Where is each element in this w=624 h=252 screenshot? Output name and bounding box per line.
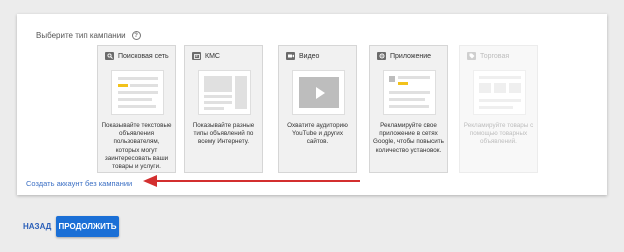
- card-video[interactable]: Видео Охватите аудиторию YouTube и други…: [278, 45, 357, 173]
- shopping-tag-icon: [467, 52, 476, 60]
- continue-button[interactable]: ПРОДОЛЖИТЬ: [56, 216, 119, 237]
- card-description: Показывайте текстовые объявления пользов…: [101, 122, 172, 170]
- card-label: Видео: [299, 52, 320, 60]
- card-shopping: Торговая Рекламируйте товары с помощью т…: [459, 45, 538, 173]
- campaign-type-panel: Выберите тип кампании ? Поисковая сеть П…: [17, 14, 607, 195]
- card-illustration: [292, 70, 345, 115]
- card-label: Торговая: [480, 52, 510, 60]
- back-button[interactable]: НАЗАД: [23, 222, 51, 231]
- card-header: Поисковая сеть: [105, 52, 169, 60]
- card-illustration: [111, 70, 164, 115]
- card-description: Показывайте разные типы объявлений по вс…: [192, 122, 255, 146]
- card-search-network[interactable]: Поисковая сеть Показывайте текстовые объ…: [97, 45, 176, 173]
- card-description: Рекламируйте свое приложение в сетях Goo…: [373, 122, 444, 154]
- card-illustration: [198, 70, 251, 115]
- card-label: КМС: [205, 52, 220, 60]
- card-display-network[interactable]: КМС Показывайте разные типы объявлений п…: [184, 45, 263, 173]
- card-illustration: [383, 70, 436, 115]
- card-header: Приложение: [377, 52, 431, 60]
- create-account-without-campaign-link[interactable]: Создать аккаунт без кампании: [26, 179, 132, 188]
- app-icon: [377, 52, 386, 60]
- search-icon: [105, 52, 114, 60]
- video-player-preview: [299, 77, 339, 108]
- card-header: КМС: [192, 52, 220, 60]
- help-icon[interactable]: ?: [131, 31, 141, 40]
- campaign-type-heading: Выберите тип кампании ?: [36, 31, 141, 40]
- video-camera-icon: [286, 52, 295, 60]
- card-header: Видео: [286, 52, 319, 60]
- card-description: Охватите аудиторию YouTube и других сайт…: [287, 122, 348, 146]
- card-illustration: [473, 70, 526, 115]
- card-header: Торговая: [467, 52, 509, 60]
- card-label: Поисковая сеть: [118, 52, 169, 60]
- play-icon: [316, 87, 325, 99]
- display-icon: [192, 52, 201, 60]
- campaign-type-title: Выберите тип кампании: [36, 31, 126, 40]
- card-label: Приложение: [390, 52, 432, 60]
- card-description: Рекламируйте товары с помощью товарных о…: [463, 122, 534, 146]
- card-app[interactable]: Приложение Рекламируйте свое приложение …: [369, 45, 448, 173]
- annotation-arrow: [143, 175, 360, 187]
